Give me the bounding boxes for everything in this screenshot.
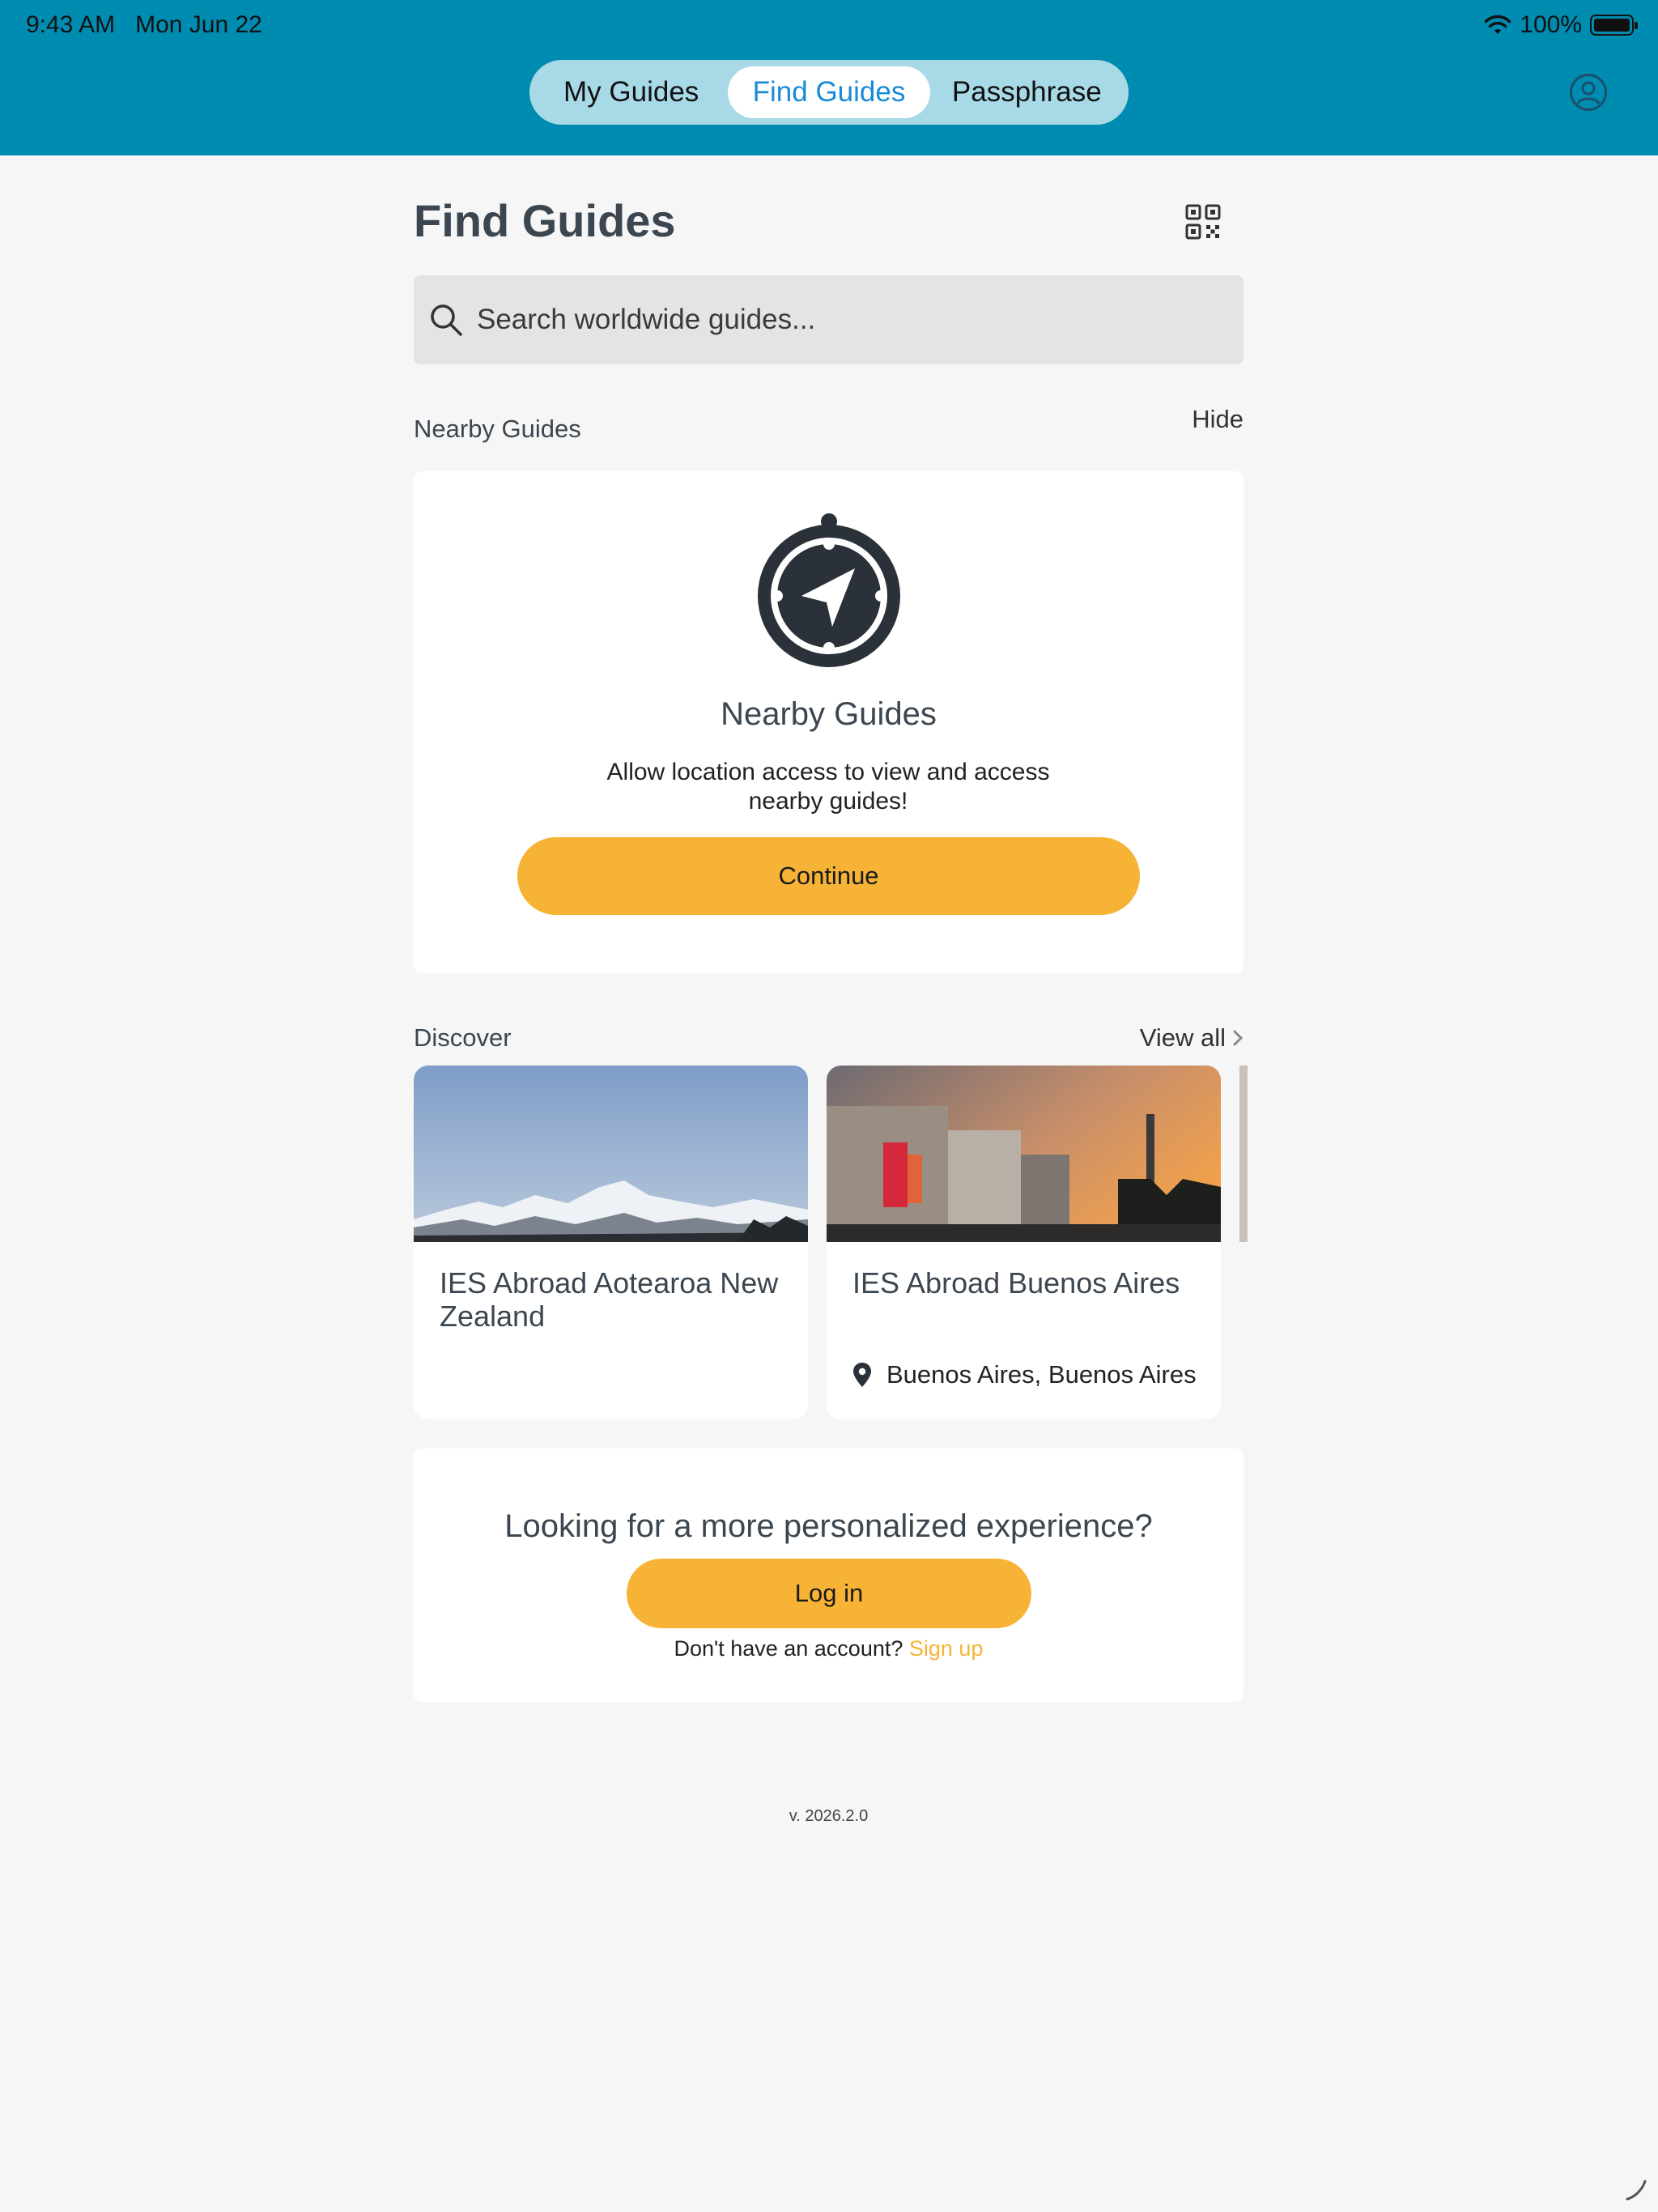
search-input[interactable] [477, 304, 1205, 336]
guide-card-new-zealand[interactable]: IES Abroad Aotearoa New Zealand [414, 1066, 808, 1419]
search-icon [431, 304, 462, 336]
discover-section-label: Discover [414, 1023, 512, 1052]
no-account-text: Don't have an account? [674, 1636, 903, 1661]
status-date: Mon Jun 22 [135, 11, 262, 38]
view-all-button[interactable]: View all [1140, 1023, 1244, 1053]
map-pin-icon [853, 1363, 871, 1387]
status-indicators: 100% [1484, 11, 1638, 39]
qr-code-icon[interactable] [1185, 204, 1221, 240]
nearby-card-description: Allow location access to view and access… [606, 759, 1050, 815]
guide-location-text: Buenos Aires, Buenos Aires [886, 1360, 1197, 1389]
nearby-card-title: Nearby Guides [721, 696, 937, 732]
continue-button[interactable]: Continue [517, 837, 1140, 915]
login-prompt-card: Looking for a more personalized experien… [414, 1448, 1244, 1702]
wifi-icon [1485, 15, 1511, 34]
page-title: Find Guides [414, 195, 676, 246]
guide-card-peek[interactable] [1239, 1066, 1248, 1242]
status-time: 9:43 AM [26, 11, 116, 38]
login-prompt-text: Looking for a more personalized experien… [504, 1508, 1153, 1544]
nearby-section-label: Nearby Guides [414, 415, 581, 443]
guide-title: IES Abroad Aotearoa New Zealand [440, 1266, 779, 1333]
search-bar[interactable] [414, 275, 1244, 364]
app-version: v. 2026.2.0 [789, 1807, 869, 1825]
resize-handle-icon[interactable] [1624, 2178, 1648, 2202]
tab-passphrase[interactable]: Passphrase [930, 66, 1124, 118]
signup-row: Don't have an account? Sign up [414, 1636, 1244, 1661]
sign-up-link[interactable]: Sign up [909, 1636, 984, 1661]
view-all-label: View all [1139, 1023, 1226, 1052]
status-time-date: 9:43 AM Mon Jun 22 [26, 11, 262, 39]
hide-nearby-button[interactable]: Hide [1192, 405, 1244, 434]
mountains-image [414, 1066, 808, 1242]
compass-icon [758, 513, 900, 667]
battery-icon [1590, 15, 1638, 36]
guide-location: Buenos Aires, Buenos Aires [852, 1360, 1197, 1389]
battery-percent: 100% [1520, 11, 1582, 38]
chevron-right-icon [1233, 1030, 1244, 1046]
guide-card-buenos-aires[interactable]: IES Abroad Buenos Aires Buenos Aires, Bu… [827, 1066, 1221, 1419]
tab-my-guides[interactable]: My Guides [534, 66, 728, 118]
nearby-guides-card: Nearby Guides Allow location access to v… [414, 471, 1244, 973]
city-image [827, 1066, 1221, 1242]
log-in-button[interactable]: Log in [627, 1559, 1031, 1628]
top-bar: 9:43 AM Mon Jun 22 100% My Guides Find G… [0, 0, 1658, 155]
user-circle-icon[interactable] [1569, 73, 1608, 112]
tab-find-guides[interactable]: Find Guides [728, 66, 930, 118]
guides-tab-switcher: My Guides Find Guides Passphrase [529, 60, 1129, 125]
guide-title: IES Abroad Buenos Aires [852, 1266, 1180, 1300]
